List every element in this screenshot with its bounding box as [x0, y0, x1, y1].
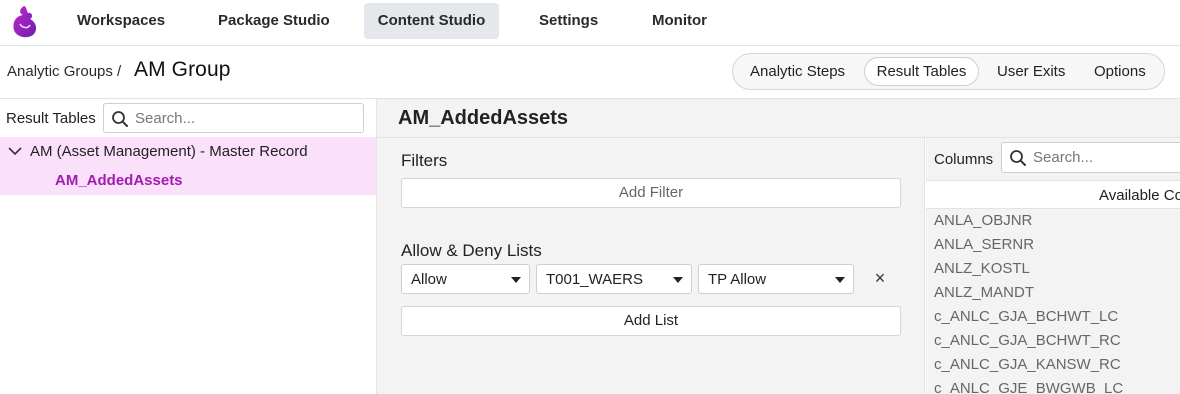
segment-options[interactable]: Options	[1094, 57, 1146, 86]
caret-down-icon	[835, 277, 845, 283]
page-title: AM Group	[134, 58, 231, 81]
nav-tab-content-studio[interactable]: Content Studio	[364, 3, 499, 39]
column-item[interactable]: ANLA_SERNR	[934, 236, 1034, 253]
column-item[interactable]: ANLZ_KOSTL	[934, 260, 1030, 277]
page-header: Analytic Groups / AM Group Analytic Step…	[0, 46, 1180, 99]
column-item[interactable]: c_ANLC_GJA_BCHWT_LC	[934, 308, 1118, 325]
columns-search-input[interactable]	[1033, 143, 1180, 172]
list-type-value: Allow	[411, 271, 447, 288]
column-item[interactable]: c_ANLC_GJE_BWGWB_LC	[934, 380, 1123, 394]
result-tables-label: Result Tables	[6, 110, 96, 127]
columns-pane: Columns Available Co ANLA_OBJNR ANLA_SER…	[926, 138, 1180, 394]
section-switcher: Analytic Steps Result Tables User Exits …	[732, 53, 1165, 90]
list-value-select[interactable]: TP Allow	[698, 264, 854, 294]
caret-down-icon	[511, 277, 521, 283]
nav-tab-settings[interactable]: Settings	[522, 3, 615, 39]
columns-search[interactable]	[1001, 142, 1180, 173]
result-table-title: AM_AddedAssets	[398, 107, 569, 129]
segment-user-exits[interactable]: User Exits	[997, 57, 1065, 86]
columns-label: Columns	[934, 151, 994, 168]
allow-deny-heading: Allow & Deny Lists	[401, 241, 542, 260]
search-icon	[1010, 150, 1026, 166]
filters-heading: Filters	[401, 151, 448, 170]
nav-tab-package-studio[interactable]: Package Studio	[201, 3, 347, 39]
segment-result-tables[interactable]: Result Tables	[864, 57, 979, 86]
tree-parent-label: AM (Asset Management) - Master Record	[30, 143, 308, 160]
tree-group: AM (Asset Management) - Master Record AM…	[0, 137, 376, 195]
result-tables-search-input[interactable]	[135, 104, 359, 132]
search-icon	[112, 111, 128, 127]
list-value-value: TP Allow	[708, 271, 767, 288]
tree-parent-row[interactable]: AM (Asset Management) - Master Record	[0, 137, 376, 166]
add-filter-button[interactable]: Add Filter	[401, 178, 901, 208]
filters-pane: Filters Add Filter Allow & Deny Lists Al…	[377, 138, 925, 394]
main-title-bar: AM_AddedAssets	[377, 99, 1180, 138]
result-tables-search[interactable]	[103, 103, 364, 133]
result-tables-pane: Result Tables AM (Asset Management) - Ma…	[0, 99, 377, 394]
caret-down-icon	[673, 277, 683, 283]
list-type-select[interactable]: Allow	[401, 264, 530, 294]
nav-tab-workspaces[interactable]: Workspaces	[60, 3, 182, 39]
available-columns-header-label: Available Co	[1099, 187, 1180, 204]
column-item[interactable]: ANLA_OBJNR	[934, 212, 1032, 229]
remove-list-button[interactable]: ×	[872, 268, 888, 288]
chevron-down-icon[interactable]	[8, 145, 22, 157]
nav-tab-monitor[interactable]: Monitor	[635, 3, 724, 39]
add-list-button[interactable]: Add List	[401, 306, 901, 336]
breadcrumb[interactable]: Analytic Groups /	[7, 63, 121, 80]
list-field-select[interactable]: T001_WAERS	[536, 264, 692, 294]
column-item[interactable]: c_ANLC_GJA_KANSW_RC	[934, 356, 1121, 373]
top-navigation: Workspaces Package Studio Content Studio…	[0, 0, 1180, 46]
tree-item-am-addedassets[interactable]: AM_AddedAssets	[55, 172, 183, 189]
column-item[interactable]: c_ANLC_GJA_BCHWT_RC	[934, 332, 1121, 349]
column-item[interactable]: ANLZ_MANDT	[934, 284, 1034, 301]
app-logo-icon[interactable]	[8, 4, 38, 40]
available-columns-header: Available Co	[926, 180, 1180, 209]
list-field-value: T001_WAERS	[546, 271, 643, 288]
segment-analytic-steps[interactable]: Analytic Steps	[750, 57, 845, 86]
